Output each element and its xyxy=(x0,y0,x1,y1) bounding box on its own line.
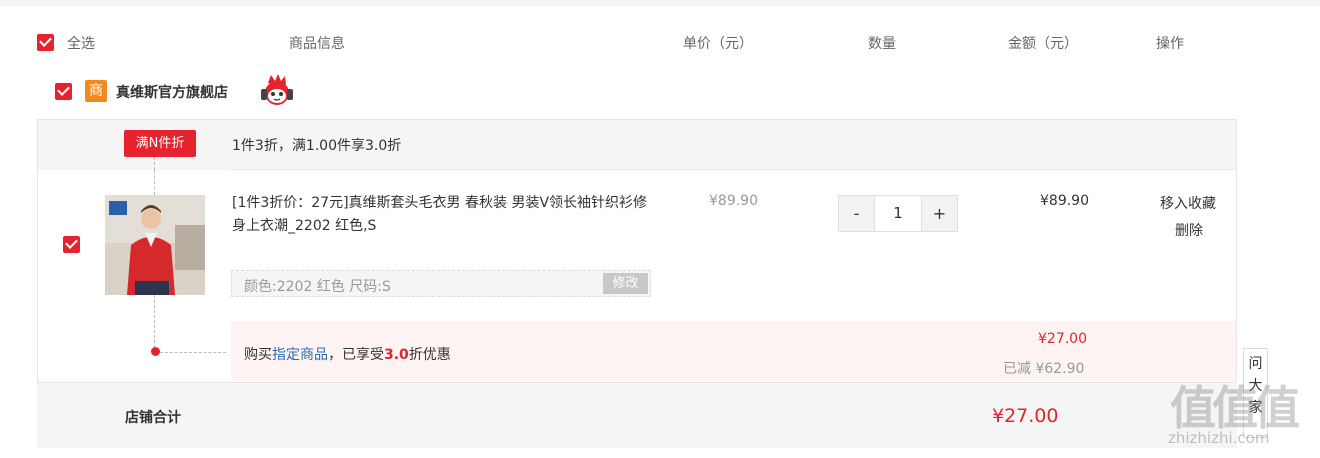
shop-mascot-icon[interactable] xyxy=(258,74,296,108)
header-product-info: 商品信息 xyxy=(289,36,345,52)
specified-goods-link[interactable]: 指定商品 xyxy=(272,347,328,363)
delete-link[interactable]: 删除 xyxy=(1175,220,1203,240)
saved-amount: 已减 ¥62.90 xyxy=(1003,361,1085,377)
quantity-increase-button[interactable]: + xyxy=(921,196,957,231)
discount-connector xyxy=(160,352,226,353)
select-all-label[interactable]: 全选 xyxy=(67,33,95,53)
promo-text: 1件3折，满1.00件享3.0折 xyxy=(232,138,402,154)
sku-edit-button[interactable]: 修改 xyxy=(603,273,648,294)
discounted-price: ¥27.00 xyxy=(1038,331,1087,347)
shop-icon: 商 xyxy=(85,80,107,102)
header-amount: 金额（元） xyxy=(1008,36,1078,52)
quantity-input[interactable]: 1 xyxy=(875,196,921,231)
item-amount: ¥89.90 xyxy=(1040,193,1089,209)
shop-total-label: 店铺合计 xyxy=(125,410,181,426)
promo-connector-mid xyxy=(154,170,155,195)
sku-box: 颜色:2202 红色 尺码:S 修改 xyxy=(231,270,651,297)
quantity-stepper: - 1 + xyxy=(838,195,958,232)
discount-suffix: 折优惠 xyxy=(408,347,451,363)
quantity-decrease-button[interactable]: - xyxy=(839,196,875,231)
watermark-site: zhizhizhi.com xyxy=(1168,429,1270,447)
shop-checkbox[interactable] xyxy=(55,83,72,100)
product-title[interactable]: [1件3折价：27元]真维斯套头毛衣男 春秋装 男装V领长袖针织衫修身上衣潮_2… xyxy=(232,192,652,238)
shop-name[interactable]: 真维斯官方旗舰店 xyxy=(116,82,228,102)
select-all-checkbox[interactable] xyxy=(37,34,54,51)
header-unit-price: 单价（元） xyxy=(683,36,753,52)
move-to-favorites-link[interactable]: 移入收藏 xyxy=(1160,193,1216,213)
sku-text: 颜色:2202 红色 尺码:S xyxy=(244,279,391,295)
product-photo-icon xyxy=(105,195,205,295)
discount-middle: ，已享受 xyxy=(328,347,384,363)
discount-dot xyxy=(151,347,160,356)
top-strip xyxy=(0,0,1320,6)
unit-price: ¥89.90 xyxy=(709,193,758,209)
product-thumbnail[interactable] xyxy=(105,195,205,295)
header-actions: 操作 xyxy=(1156,36,1184,52)
discount-prefix: 购买 xyxy=(244,347,272,363)
promo-connector-lower xyxy=(154,295,155,348)
discount-rate: 3.0 xyxy=(384,347,409,363)
promo-tag: 满N件折 xyxy=(124,130,196,157)
item-checkbox[interactable] xyxy=(63,236,80,253)
discount-text: 购买指定商品，已享受3.0折优惠 xyxy=(244,344,451,364)
shop-total-value: ¥27.00 xyxy=(992,405,1059,427)
header-quantity: 数量 xyxy=(868,36,896,52)
